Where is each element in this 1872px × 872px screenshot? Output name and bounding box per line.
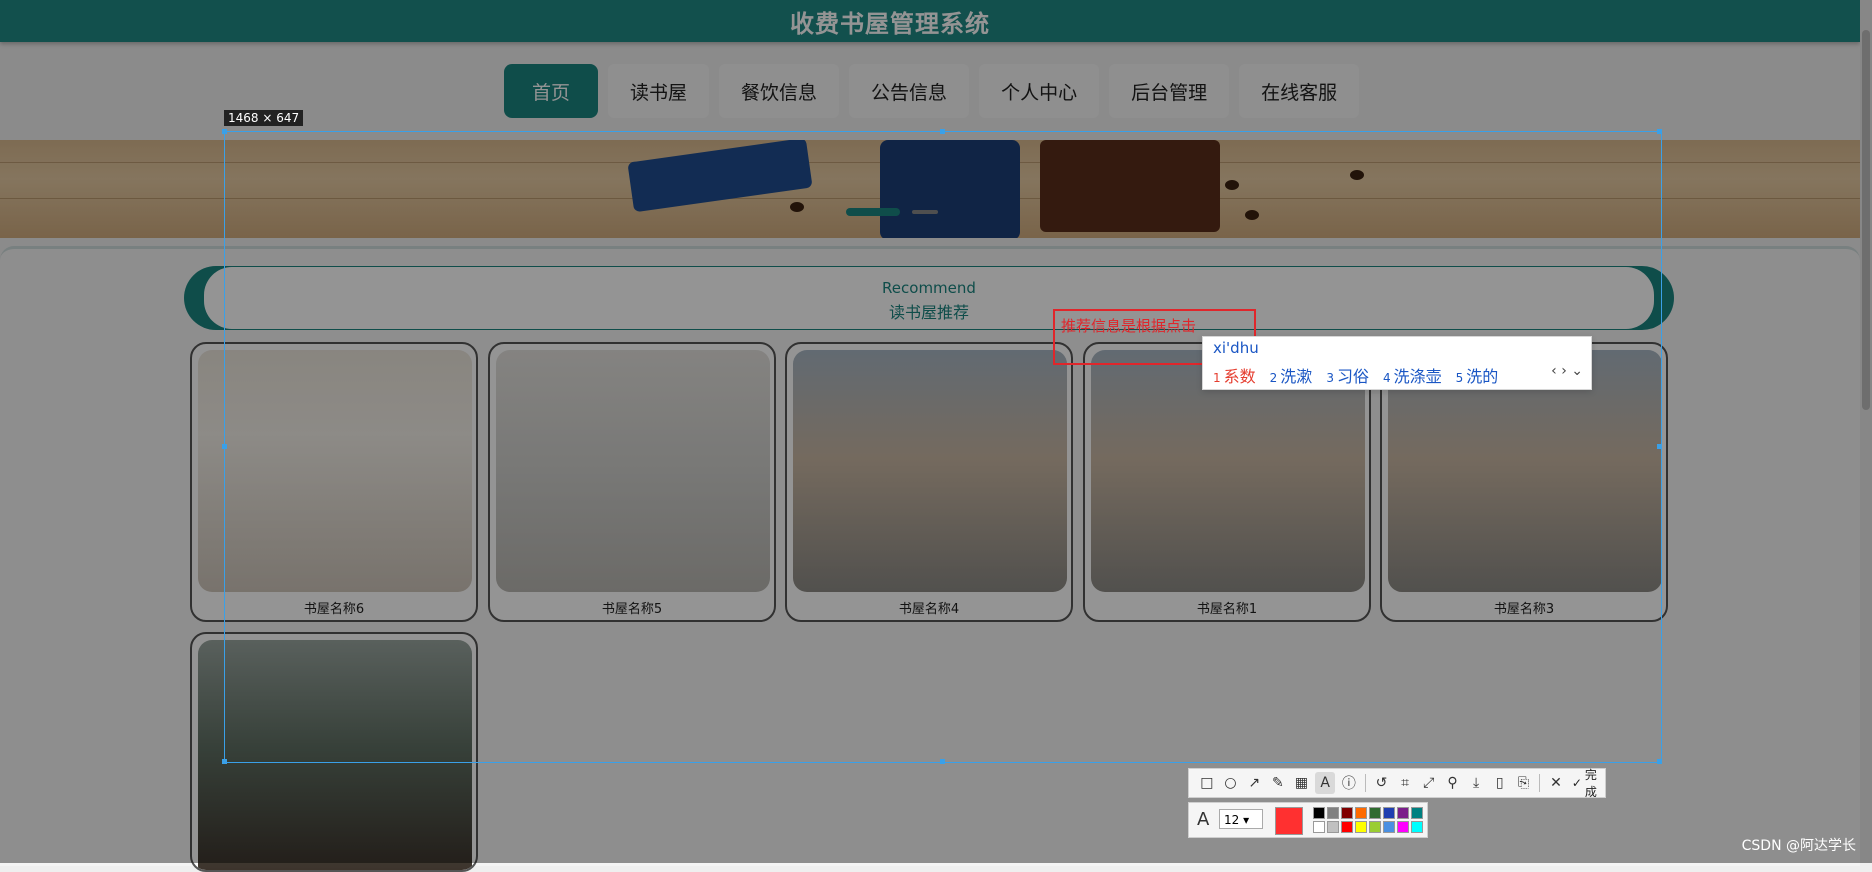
nav-personal-center[interactable]: 个人中心 [979,64,1100,118]
ime-candidates: 1 系数 2 洗漱 3 习俗 4 洗涤壶 5 洗的 [1213,363,1498,387]
color-swatch[interactable] [1327,821,1339,833]
top-header: 收费书屋管理系统 [0,0,1860,42]
color-swatch[interactable] [1313,821,1325,833]
text-annotation: 推荐信息是根据点击 [1061,317,1197,335]
resize-handle[interactable] [1657,759,1662,764]
text-style-panel: A 12 ▾ [1188,802,1428,838]
color-swatch[interactable] [1411,807,1423,819]
download-icon[interactable]: ⤓ [1466,772,1486,794]
toolbar-separator [1364,774,1366,792]
text-tool-icon[interactable]: A [1315,772,1336,794]
color-swatch[interactable] [1383,807,1395,819]
done-label: 完成 [1584,768,1597,799]
long-screenshot-icon[interactable]: ⤢ [1419,772,1439,794]
nav-admin[interactable]: 后台管理 [1109,64,1230,118]
color-swatch[interactable] [1369,807,1381,819]
resize-handle[interactable] [222,129,227,134]
resize-handle[interactable] [1657,444,1662,449]
nav-announcements[interactable]: 公告信息 [849,64,970,118]
color-swatch[interactable] [1397,821,1409,833]
ime-candidate[interactable]: 3 习俗 [1326,363,1369,387]
current-color-swatch[interactable] [1275,807,1303,835]
resize-handle[interactable] [1657,129,1662,134]
close-icon[interactable]: ✕ [1546,772,1566,794]
mosaic-icon[interactable]: ▦ [1292,772,1312,794]
phone-icon[interactable]: ▯ [1490,772,1510,794]
resize-handle[interactable] [940,759,945,764]
check-icon: ✓ [1571,776,1582,790]
font-size-select[interactable]: 12 ▾ [1219,809,1263,829]
scrollbar-thumb[interactable] [1862,30,1870,410]
ime-candidate[interactable]: 2 洗漱 [1270,363,1313,387]
color-swatch[interactable] [1411,821,1423,833]
ime-page-arrows[interactable]: ‹ › ⌄ [1551,363,1583,379]
ime-pinyin: xi'dhu [1213,339,1259,357]
site-title: 收费书屋管理系统 [790,10,990,38]
resize-handle[interactable] [940,129,945,134]
selection-region[interactable] [225,132,1659,760]
ellipse-icon[interactable]: ○ [1221,772,1241,794]
color-swatch[interactable] [1397,807,1409,819]
nav-dining[interactable]: 餐饮信息 [719,64,840,118]
resize-handle[interactable] [222,444,227,449]
color-swatch[interactable] [1327,807,1339,819]
pin-icon[interactable]: ⚲ [1443,772,1463,794]
undo-icon[interactable]: ↺ [1372,772,1392,794]
arrow-icon[interactable]: ↗ [1244,772,1264,794]
bookmark-icon[interactable]: ⎘ [1514,772,1534,794]
resize-handle[interactable] [222,759,227,764]
ocr-icon[interactable]: ⌗ [1395,772,1415,794]
ime-candidate[interactable]: 1 系数 [1213,363,1256,387]
selection-size-label: 1468 × 647 [224,110,304,126]
done-button[interactable]: ✓ 完成 [1572,766,1605,800]
color-swatch[interactable] [1355,807,1367,819]
main-nav: 首页 读书屋 餐饮信息 公告信息 个人中心 后台管理 在线客服 [504,64,1360,118]
nav-reading-house[interactable]: 读书屋 [608,64,710,118]
nav-home[interactable]: 首页 [504,64,599,118]
rectangle-icon[interactable]: □ [1197,772,1217,794]
nav-online-service[interactable]: 在线客服 [1239,64,1360,118]
number-marker-icon[interactable]: ⓘ [1339,772,1359,794]
ime-candidate[interactable]: 4 洗涤壶 [1383,363,1442,387]
color-swatch[interactable] [1341,821,1353,833]
ime-candidate[interactable]: 5 洗的 [1456,363,1499,387]
ime-candidate-window: xi'dhu 1 系数 2 洗漱 3 习俗 4 洗涤壶 5 洗的 ‹ › ⌄ [1202,336,1592,390]
toolbar-separator [1539,774,1541,792]
color-swatch[interactable] [1355,821,1367,833]
color-swatch[interactable] [1313,807,1325,819]
color-swatch[interactable] [1383,821,1395,833]
screenshot-toolbar: □ ○ ↗ ✎ ▦ A ⓘ ↺ ⌗ ⤢ ⚲ ⤓ ▯ ⎘ ✕ ✓ 完成 [1188,766,1606,800]
pen-icon[interactable]: ✎ [1268,772,1288,794]
watermark: CSDN @阿达学长 [1741,838,1856,854]
page-scrollbar[interactable] [1860,0,1872,863]
color-swatch[interactable] [1369,821,1381,833]
color-swatch[interactable] [1341,807,1353,819]
font-icon: A [1197,809,1210,830]
